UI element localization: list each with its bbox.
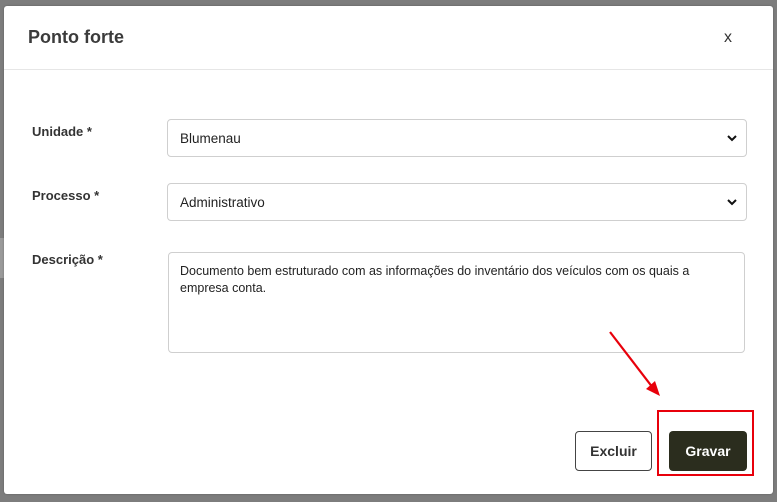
unidade-select-value: Blumenau: [180, 131, 241, 146]
descricao-label: Descrição *: [32, 252, 103, 267]
chevron-down-icon: [727, 135, 737, 142]
descricao-textarea[interactable]: Documento bem estruturado com as informa…: [168, 252, 745, 353]
processo-label: Processo *: [32, 188, 100, 203]
excluir-button[interactable]: Excluir: [575, 431, 652, 471]
chevron-down-icon: [727, 199, 737, 206]
unidade-select[interactable]: Blumenau: [167, 119, 747, 157]
close-button[interactable]: x: [716, 26, 740, 50]
processo-select[interactable]: Administrativo: [167, 183, 747, 221]
highlight-box: [657, 410, 754, 476]
close-icon: x: [724, 29, 732, 46]
modal-title: Ponto forte: [28, 27, 124, 47]
processo-select-value: Administrativo: [180, 195, 265, 210]
modal-header: Ponto forte x: [4, 6, 773, 70]
unidade-label: Unidade *: [32, 124, 92, 139]
